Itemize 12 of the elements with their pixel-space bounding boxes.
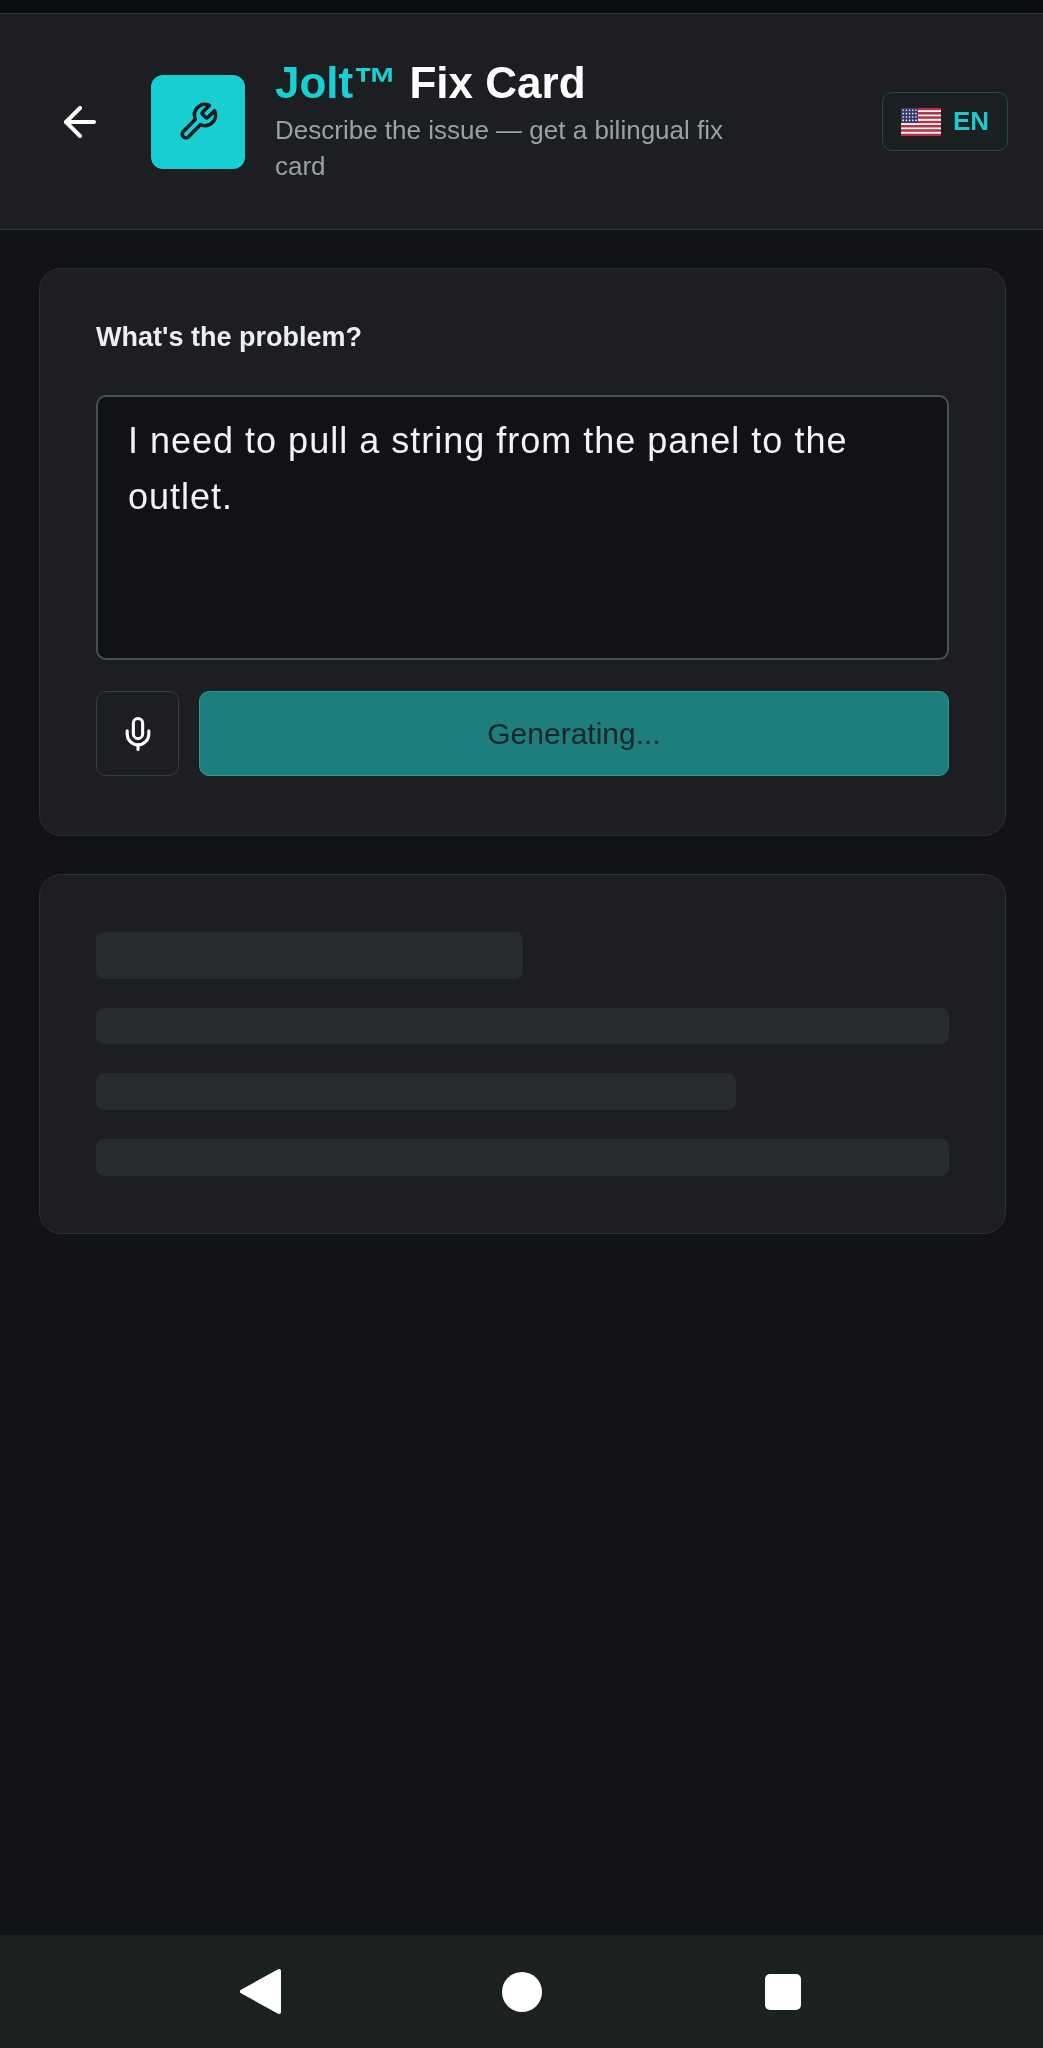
flag-icon	[900, 107, 941, 136]
field-label: What's the problem?	[96, 321, 363, 353]
app-title: Jolt™ Fix Card	[275, 59, 587, 108]
back-button[interactable]	[64, 105, 96, 138]
wrench-logo-icon	[151, 74, 245, 169]
home-icon[interactable]	[501, 1971, 542, 2012]
problem-input[interactable]: I need to pull a string from the panel to the outlet.	[96, 395, 949, 660]
recents-icon[interactable]	[764, 1973, 801, 2010]
app-subtitle: Describe the issue — get a bilingual fix card	[275, 113, 724, 183]
language-button[interactable]: EN	[881, 92, 1008, 151]
nav-back-icon[interactable]	[240, 1969, 281, 2014]
mic-button[interactable]	[96, 691, 179, 776]
